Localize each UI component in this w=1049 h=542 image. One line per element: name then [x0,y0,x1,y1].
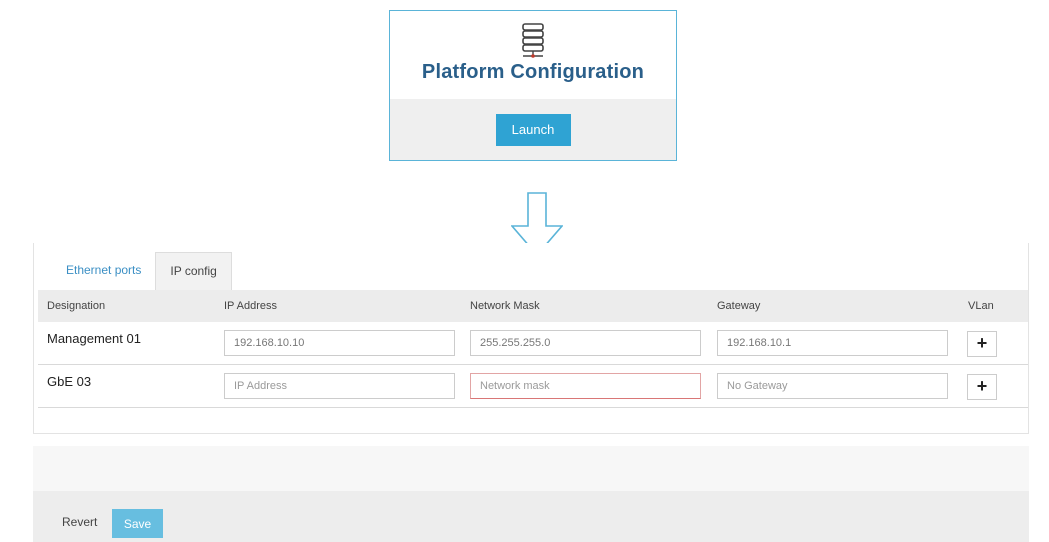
card-header: Platform Configuration [390,11,676,100]
gateway-field[interactable]: 192.168.10.1 [717,330,948,356]
launch-button[interactable]: Launch [495,113,571,146]
tab-ethernet-ports[interactable]: Ethernet ports [52,252,156,290]
save-button[interactable]: Save [112,509,163,538]
table-row: Management 01 192.168.10.10 255.255.255.… [38,322,1028,365]
designation-label: GbE 03 [47,374,92,389]
gateway-field[interactable]: No Gateway [717,373,948,399]
designation-label: Management 01 [47,331,141,346]
table-header: Designation IP Address Network Mask Gate… [38,290,1028,322]
network-mask-field[interactable]: 255.255.255.0 [470,330,701,356]
header-gateway: Gateway [717,300,761,312]
card-title: Platform Configuration [421,61,645,83]
tab-bar: Ethernet ports IP config [52,252,232,290]
header-network-mask: Network Mask [470,300,540,312]
table-row: GbE 03 IP Address Network mask No Gatewa… [38,365,1028,408]
header-vlan: VLan [968,300,994,312]
card-footer: Launch [390,99,676,160]
add-vlan-button[interactable]: + [967,331,997,357]
ip-address-field[interactable]: IP Address [224,373,455,399]
header-ip-address: IP Address [224,300,277,312]
action-footer [33,491,1029,542]
header-designation: Designation [47,300,106,312]
ip-address-field[interactable]: 192.168.10.10 [224,330,455,356]
tab-ip-config[interactable]: IP config [155,252,232,290]
server-icon [522,23,544,58]
revert-button[interactable]: Revert [62,515,97,529]
platform-configuration-card: Platform Configuration Launch [389,10,677,161]
add-vlan-button[interactable]: + [967,374,997,400]
network-mask-field[interactable]: Network mask [470,373,701,399]
